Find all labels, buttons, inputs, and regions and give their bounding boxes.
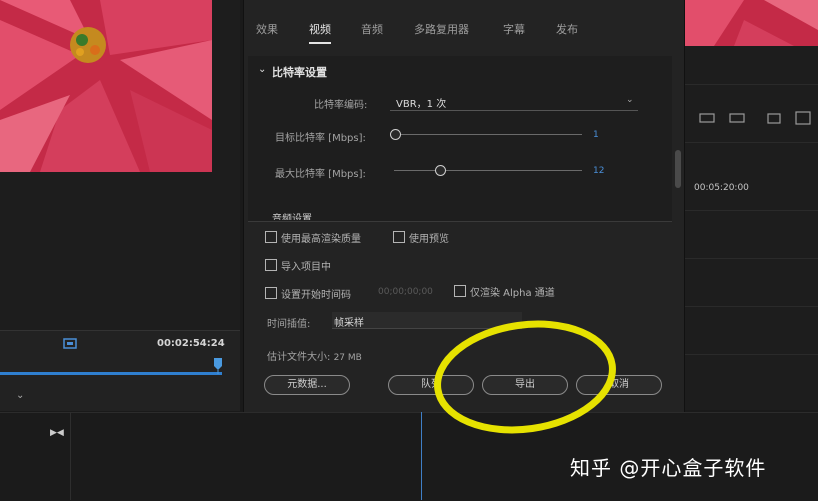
max-render-quality-label: 使用最高渲染质量 — [281, 234, 361, 245]
start-timecode-field[interactable]: 00;00;00;00 — [378, 287, 433, 297]
program-ruler-timecode: 00:05:20:00 — [694, 183, 749, 193]
section-title[interactable]: 比特率设置 — [272, 64, 327, 80]
program-toolbar — [684, 104, 818, 134]
chevron-down-icon[interactable]: ⌄ — [16, 390, 24, 401]
filesize-label: 估计文件大小: — [267, 352, 331, 363]
source-play-bar[interactable] — [0, 372, 222, 375]
program-preview-image — [684, 0, 818, 46]
tab-effects[interactable]: 效果 — [256, 18, 278, 42]
divider — [684, 84, 818, 85]
tab-captions[interactable]: 字幕 — [503, 18, 525, 42]
filesize-value: 27 MB — [333, 353, 362, 363]
max-bitrate-value[interactable]: 12 — [593, 166, 604, 176]
interpolation-label: 时间插值: — [267, 319, 311, 330]
chevron-down-icon[interactable]: ⌄ — [626, 95, 634, 105]
target-bitrate-slider-knob[interactable] — [390, 129, 401, 140]
next-section-title[interactable]: 音频设置 — [272, 210, 312, 220]
tab-audio[interactable]: 音频 — [361, 18, 383, 42]
program-monitor — [684, 0, 818, 410]
divider — [684, 142, 818, 143]
tab-multiplexer[interactable]: 多路复用器 — [414, 18, 469, 42]
estimated-filesize: 估计文件大小: 27 MB — [267, 348, 362, 363]
track-line — [684, 258, 818, 259]
tab-video[interactable]: 视频 — [309, 18, 331, 44]
track-line — [684, 354, 818, 355]
collapse-chevron-icon[interactable]: ⌄ — [258, 64, 266, 75]
target-bitrate-slider[interactable] — [394, 134, 582, 135]
playhead-icon[interactable] — [213, 358, 223, 374]
set-start-timecode-label: 设置开始时间码 — [281, 290, 351, 301]
render-alpha-only-checkbox[interactable] — [454, 285, 466, 297]
track-line — [684, 306, 818, 307]
interpolation-value: 帧采样 — [334, 318, 364, 329]
timeline-playhead[interactable] — [421, 412, 422, 500]
metadata-button[interactable]: 元数据... — [264, 375, 350, 395]
max-bitrate-slider[interactable] — [394, 170, 582, 171]
render-alpha-only-label: 仅渲染 Alpha 通道 — [470, 288, 555, 299]
snap-icon[interactable]: ▶◀ — [50, 428, 64, 438]
use-previews-label: 使用预览 — [409, 234, 449, 245]
tab-publish[interactable]: 发布 — [556, 18, 578, 42]
import-into-project-checkbox[interactable] — [265, 259, 277, 271]
set-start-timecode-checkbox[interactable] — [265, 287, 277, 299]
import-into-project-label: 导入项目中 — [281, 262, 331, 273]
source-preview-image — [0, 0, 212, 172]
encoding-value: VBR，1 次 — [396, 99, 447, 110]
track-line — [684, 210, 818, 211]
encoding-label: 比特率编码: — [314, 100, 368, 111]
max-render-quality-checkbox[interactable] — [265, 231, 277, 243]
marker-icon[interactable] — [63, 338, 77, 350]
use-previews-checkbox[interactable] — [393, 231, 405, 243]
settings-scrollbar[interactable] — [675, 150, 681, 188]
highlight-ellipse-annotation — [434, 320, 616, 434]
watermark: 知乎 @开心盒子软件 — [570, 456, 767, 480]
target-bitrate-value[interactable]: 1 — [593, 130, 599, 140]
max-bitrate-label: 最大比特率 [Mbps]: — [275, 169, 366, 180]
target-bitrate-label: 目标比特率 [Mbps]: — [275, 133, 366, 144]
settings-tab-strip: 效果 视频 音频 多路复用器 字幕 发布 — [243, 18, 683, 46]
source-timecode: 00:02:54:24 — [157, 338, 225, 349]
track-header-divider — [70, 412, 71, 500]
